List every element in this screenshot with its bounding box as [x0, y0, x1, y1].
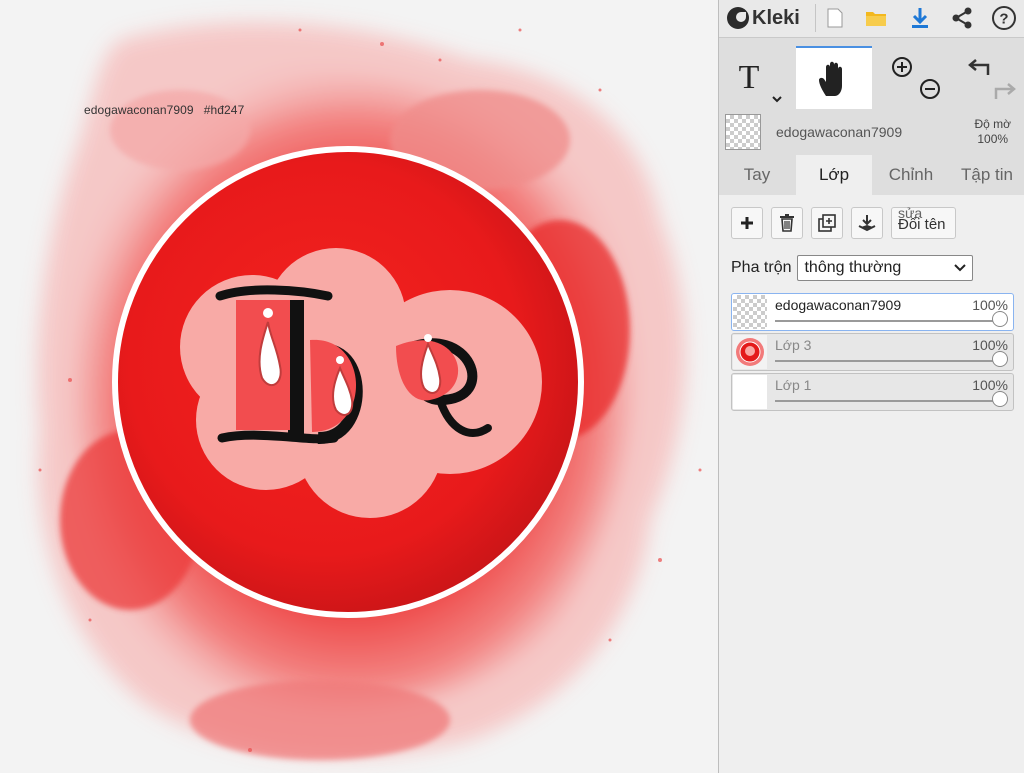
new-file-button[interactable]: [820, 3, 850, 33]
download-icon: [912, 8, 928, 28]
zoom-controls: [873, 46, 949, 109]
layer-opacity-knob[interactable]: [992, 311, 1008, 327]
share-button[interactable]: [947, 3, 977, 33]
layer-item[interactable]: edogawaconan7909 100%: [731, 293, 1014, 331]
tab-layers[interactable]: Lớp: [796, 155, 872, 195]
history-controls: [950, 46, 1024, 109]
current-layer-opacity: Độ mờ 100%: [974, 117, 1011, 147]
layer-thumbnail: [733, 335, 767, 369]
undo-redo-icons: [967, 58, 1016, 99]
layer-opacity-slider[interactable]: [775, 360, 999, 362]
layer-item[interactable]: Lớp 1 100%: [731, 373, 1014, 411]
rename-layer-button[interactable]: sửa Đổi tên: [891, 206, 956, 239]
chevron-down-icon: [954, 264, 967, 272]
zoom-icons: [892, 56, 940, 99]
help-icon: ?: [992, 6, 1016, 30]
blend-mode-value: thông thường: [804, 259, 902, 276]
watermark: edogawaconan7909 #hđ247: [84, 103, 244, 117]
duplicate-icon: [818, 214, 836, 232]
plus-icon: [741, 217, 753, 229]
svg-text:T: T: [739, 59, 760, 96]
share-icon: [952, 7, 972, 29]
kleki-logo-icon: [727, 7, 749, 29]
svg-text:?: ?: [999, 11, 1008, 28]
layer-name: Lớp 1: [775, 377, 812, 393]
layer-thumbnail: [733, 295, 767, 329]
folder-icon: [866, 12, 886, 26]
layer-opacity-knob[interactable]: [992, 391, 1008, 407]
current-layer-name: edogawaconan7909: [776, 124, 903, 140]
layer-opacity-knob[interactable]: [992, 351, 1008, 367]
hand-icon: [819, 61, 842, 96]
opacity-label: Độ mờ: [974, 117, 1011, 131]
layer-item[interactable]: Lớp 3 100%: [731, 333, 1014, 371]
layer-opacity-slider[interactable]: [775, 320, 999, 322]
watermark-user: edogawaconan7909: [84, 103, 194, 117]
tab-hand[interactable]: Tay: [719, 155, 795, 195]
tab-file[interactable]: Tập tin: [949, 155, 1024, 195]
download-button[interactable]: [905, 3, 935, 33]
side-panel: Kleki ? T edogawaconan7909 Độ mờ 100% Ta…: [718, 0, 1024, 773]
duplicate-layer-button[interactable]: [811, 207, 843, 239]
blend-mode-label: Pha trộn: [731, 259, 792, 276]
opacity-value: 100%: [977, 132, 1009, 146]
add-layer-button[interactable]: [731, 207, 763, 239]
tool-row: T: [719, 46, 1024, 110]
zoom-out-icon: [920, 78, 940, 99]
blend-mode-select[interactable]: thông thường: [797, 255, 974, 281]
layer-name: Lớp 3: [775, 337, 812, 353]
layers-panel: sửa Đổi tên Pha trộn thông thường edogaw…: [719, 195, 1024, 773]
text-tool-button[interactable]: T: [719, 46, 795, 109]
help-button[interactable]: ?: [989, 3, 1019, 33]
redo-icon: [994, 82, 1016, 99]
delete-layer-button[interactable]: [771, 207, 803, 239]
layer-thumbnail-art: [733, 335, 767, 369]
drawing-canvas[interactable]: edogawaconan7909 #hđ247: [0, 0, 718, 773]
rename-label: Đổi tên: [898, 216, 946, 233]
panel-tabs: Tay Lớp Chỉnh Tập tin: [719, 155, 1024, 195]
blend-mode-row: Pha trộn thông thường: [731, 255, 974, 281]
layer-opacity-slider[interactable]: [775, 400, 999, 402]
divider: [815, 4, 816, 32]
tab-adjust[interactable]: Chỉnh: [873, 155, 949, 195]
app-name: Kleki: [752, 6, 800, 29]
trash-icon: [780, 214, 794, 232]
current-layer-info: edogawaconan7909 Độ mờ 100%: [719, 110, 1024, 154]
merge-down-button[interactable]: [851, 207, 883, 239]
layer-list: edogawaconan7909 100% Lớp 3 100% Lớp 1 1…: [731, 293, 1014, 413]
merge-down-icon: [858, 215, 876, 232]
kleki-logo[interactable]: Kleki: [727, 4, 800, 32]
zoom-in-icon: [892, 56, 912, 77]
undo-icon: [967, 58, 989, 75]
hand-tool-button[interactable]: [796, 46, 872, 109]
layer-name: edogawaconan7909: [775, 297, 902, 313]
current-layer-thumbnail: [725, 114, 761, 150]
text-tool-icon: T: [739, 59, 782, 102]
open-file-button[interactable]: [861, 3, 891, 33]
top-bar: Kleki ?: [719, 0, 1024, 38]
watermark-tag: #hđ247: [203, 103, 245, 117]
layer-thumbnail: [733, 375, 767, 409]
new-file-icon: [827, 8, 843, 28]
